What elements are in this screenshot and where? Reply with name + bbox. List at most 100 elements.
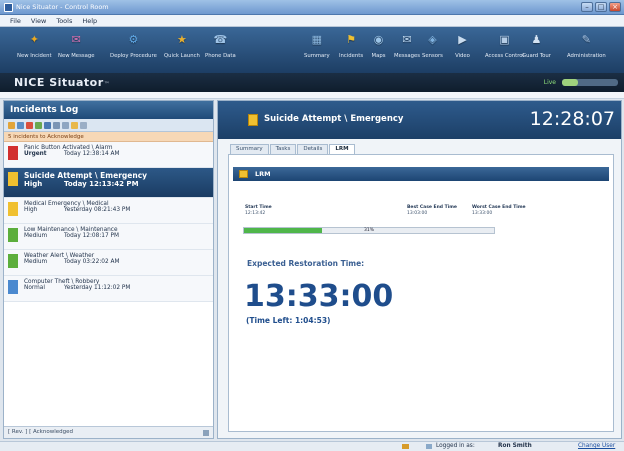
tab-tasks[interactable]: Tasks: [269, 144, 297, 154]
menu-file[interactable]: File: [10, 17, 21, 25]
incident-priority: Medium: [24, 233, 48, 239]
time-left: (Time Left: 1:04:53): [246, 316, 331, 325]
incidents-log-panel: Incidents Log 5 incidents to Acknowledge…: [3, 100, 214, 439]
toolbar-new-message-button[interactable]: ✉ New Message: [58, 31, 94, 59]
expected-restoration-time: 13:33:00: [244, 279, 394, 314]
administration-icon: ✎: [581, 33, 591, 46]
change-user-link[interactable]: Change User: [578, 443, 615, 449]
incident-flag-icon: [8, 228, 18, 242]
settings-icon[interactable]: [80, 121, 87, 129]
access-control-icon: ▣: [499, 33, 510, 46]
incident-meta: High Yesterday 08:21:43 PM: [24, 207, 213, 213]
maps-icon: ◉: [373, 33, 384, 46]
menu-view[interactable]: View: [31, 17, 46, 25]
restoration-progress-bar: 31%: [243, 227, 495, 234]
toolbar-incidents-button[interactable]: ⚑ Incidents: [339, 31, 363, 59]
print-icon[interactable]: [62, 121, 69, 129]
incident-flag-icon: [8, 202, 18, 216]
incident-list-item[interactable]: Computer Theft \ Robbery Normal Yesterday …: [4, 276, 213, 302]
minimize-button[interactable]: –: [581, 2, 593, 12]
summary-icon: ▦: [311, 33, 322, 46]
incident-flag-icon: [8, 146, 18, 160]
incident-list-item[interactable]: Medical Emergency \ Medical High Yesterday…: [4, 198, 213, 224]
deploy-procedure-icon: ⚙: [128, 33, 139, 46]
toolbar-label: Summary: [304, 53, 330, 59]
resize-grip-icon[interactable]: [203, 430, 209, 436]
progress-percent: 31%: [363, 228, 374, 233]
incident-meta: Normal Yesterday 11:12:02 PM: [24, 285, 213, 291]
toolbar-video-button[interactable]: ▶ Video: [454, 31, 471, 59]
tab-details[interactable]: Details: [297, 144, 329, 154]
toolbar-label: Deploy Procedure: [110, 53, 157, 59]
tab-summary[interactable]: Summary: [230, 144, 269, 154]
best-case-label: Best Case End Time: [407, 205, 457, 210]
incident-time: Today 12:13:42 PM: [64, 180, 139, 188]
search-icon[interactable]: [53, 121, 60, 129]
best-case-value: 13:03:00: [407, 211, 428, 216]
live-indicator: Live: [543, 79, 556, 86]
incident-time: Yesterday 11:12:02 PM: [64, 285, 131, 291]
toolbar-guard-tour-button[interactable]: ♟ Guard Tour: [522, 31, 551, 59]
window-titlebar: Nice Situator - Control Room – □ ×: [0, 0, 624, 15]
toolbar-label: New Message: [58, 53, 95, 59]
live-slider-fill: [562, 79, 578, 86]
incident-name: Suicide Attempt \ Emergency: [24, 171, 148, 180]
flag-icon[interactable]: [26, 121, 33, 129]
toolbar-sensors-button[interactable]: ◈ Sensors: [422, 31, 443, 59]
incident-flag-icon: [8, 172, 18, 186]
incident-meta: Medium Today 03:22:02 AM: [24, 259, 213, 265]
incident-time: Today 03:22:02 AM: [64, 259, 120, 265]
incident-list-item[interactable]: Weather Alert \ Weather Medium Today 03:22…: [4, 250, 213, 276]
toolbar-summary-button[interactable]: ▦ Summary: [304, 31, 330, 59]
sort-icon[interactable]: [17, 121, 24, 129]
logged-in-label: Logged in as:: [436, 443, 475, 449]
menu-help[interactable]: Help: [82, 17, 97, 25]
toolbar-new-incident-button[interactable]: ✦ New Incident: [17, 31, 52, 59]
incident-flag-icon: [8, 254, 18, 268]
incident-priority: High: [24, 207, 38, 213]
lrm-content: LRM Start Time 12:13:42 Best Case End Ti…: [228, 154, 614, 432]
incident-priority: Normal: [24, 285, 45, 291]
video-icon: ▶: [458, 33, 467, 46]
toolbar-quick-launch-button[interactable]: ★ Quick Launch: [164, 31, 200, 59]
quick-launch-icon: ★: [176, 33, 187, 46]
export-icon[interactable]: [71, 121, 78, 129]
main-toolbar: ✦ New Incident ✉ New Message ⚙ Deploy Procedu…: [0, 27, 624, 73]
new-incident-icon: ✦: [29, 33, 39, 46]
group-icon[interactable]: [35, 121, 42, 129]
incident-time: Today 12:08:17 PM: [64, 233, 119, 239]
incident-priority: Urgent: [24, 151, 47, 157]
incident-time: Yesterday 08:21:43 PM: [64, 207, 131, 213]
toolbar-label: Video: [455, 53, 470, 59]
toolbar-phone-data-button[interactable]: ☎ Phone Data: [205, 31, 236, 59]
close-button[interactable]: ×: [609, 2, 621, 12]
lrm-icon: [239, 170, 248, 178]
menu-tools[interactable]: Tools: [56, 17, 72, 25]
window-controls: – □ ×: [581, 2, 621, 12]
incident-list-item[interactable]: Panic Button Activated \ Alarm Urgent Toda…: [4, 142, 213, 168]
toolbar-deploy-procedure-button[interactable]: ⚙ Deploy Procedure: [110, 31, 157, 59]
toolbar-access-control-button[interactable]: ▣ Access Control: [485, 31, 524, 59]
footer-filter-label[interactable]: [ Rev. ] [ Acknowledged: [8, 429, 73, 435]
tab-lrm[interactable]: LRM: [329, 144, 355, 154]
filter-icon[interactable]: [8, 121, 15, 129]
incident-list-item[interactable]: Low Maintenance \ Maintenance Medium Today…: [4, 224, 213, 250]
refresh-icon[interactable]: [44, 121, 51, 129]
acknowledge-banner[interactable]: 5 incidents to Acknowledge: [4, 132, 213, 142]
toolbar-maps-button[interactable]: ◉ Maps: [370, 31, 387, 59]
toolbar-administration-button[interactable]: ✎ Administration: [567, 31, 606, 59]
menu-bar: File View Tools Help: [0, 15, 624, 27]
maximize-button[interactable]: □: [595, 2, 607, 12]
live-slider[interactable]: [562, 79, 618, 86]
worst-case-value: 13:33:00: [472, 211, 493, 216]
toolbar-label: Guard Tour: [522, 53, 551, 59]
toolbar-messages-button[interactable]: ✉ Messages: [394, 31, 420, 59]
toolbar-label: Messages: [394, 53, 420, 59]
incident-list-item[interactable]: Suicide Attempt \ Emergency High Today 12:…: [4, 168, 213, 198]
incident-detail-panel: Suicide Attempt \ Emergency 12:28:07 Sum…: [217, 100, 622, 439]
messages-icon: ✉: [402, 33, 412, 46]
toolbar-label: Phone Data: [205, 53, 236, 59]
toolbar-label: Administration: [567, 53, 606, 59]
start-time-label: Start Time: [245, 205, 272, 210]
status-warning-icon[interactable]: [402, 444, 409, 449]
